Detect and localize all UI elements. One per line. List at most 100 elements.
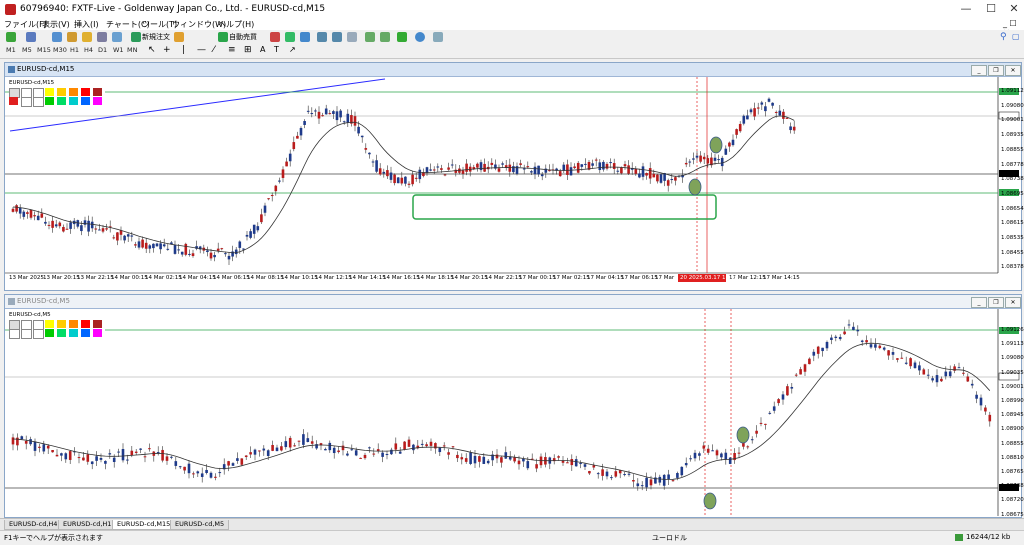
label-tool-icon[interactable]: T: [274, 45, 279, 54]
chart-close-button[interactable]: ✕: [1005, 65, 1021, 76]
color-swatch-green[interactable]: [45, 97, 54, 105]
timeframe-m30[interactable]: M30: [53, 46, 67, 54]
candle-body: [576, 162, 580, 173]
vertical-line-icon[interactable]: |: [182, 45, 185, 55]
text-tool-icon[interactable]: A: [260, 45, 265, 54]
color-swatch-darkred[interactable]: [93, 320, 102, 328]
terminal-icon[interactable]: [97, 32, 107, 42]
periods-icon[interactable]: [415, 32, 425, 42]
color-swatch-gold[interactable]: [57, 88, 66, 96]
tester-icon[interactable]: [112, 32, 122, 42]
candle-body: [645, 477, 648, 488]
candle-body: [394, 443, 398, 450]
templates-icon[interactable]: [433, 32, 443, 42]
color-swatch-green[interactable]: [45, 329, 54, 337]
zoom-out-icon[interactable]: [332, 32, 342, 42]
chart-restore-button[interactable]: ❐: [988, 65, 1004, 76]
menu-file[interactable]: ファイル(F): [4, 19, 47, 30]
price-axis-label: 1.09112: [1001, 88, 1024, 94]
search-icon[interactable]: ⚲: [1000, 32, 1007, 42]
timeframe-m1[interactable]: M1: [6, 46, 16, 54]
price-axis-label: 1.08720: [1001, 497, 1024, 504]
data-window-icon[interactable]: [67, 32, 77, 42]
menu-insert[interactable]: 挿入(I): [74, 19, 99, 30]
color-swatch-yellow[interactable]: [45, 320, 54, 328]
color-swatch-cyan[interactable]: [69, 329, 78, 337]
chart-minimize-button[interactable]: _: [971, 65, 987, 76]
chart-close-button[interactable]: ✕: [1005, 297, 1021, 308]
color-swatch-darkred[interactable]: [93, 88, 102, 96]
close-button[interactable]: ✕: [1000, 2, 1024, 16]
color-swatch-yellow[interactable]: [45, 88, 54, 96]
timeframe-w1[interactable]: W1: [113, 46, 124, 54]
tab-eurusd-m15[interactable]: EURUSD-cd,M15: [112, 520, 176, 530]
menu-help[interactable]: ヘルプ(H): [218, 19, 254, 30]
cursor-tool-icon[interactable]: ↖: [148, 45, 156, 55]
candle-body: [174, 461, 178, 466]
candle-body: [297, 440, 301, 442]
color-swatch-magenta[interactable]: [93, 329, 102, 337]
indicators-icon[interactable]: [397, 32, 407, 42]
palette-dot-icon[interactable]: [33, 329, 44, 339]
color-swatch-cyan[interactable]: [69, 97, 78, 105]
bar-chart-icon[interactable]: [270, 32, 280, 42]
minimize-button[interactable]: —: [952, 2, 980, 16]
line-chart-icon[interactable]: [300, 32, 310, 42]
metaeditor-icon[interactable]: [174, 32, 184, 42]
new-order-button[interactable]: 新規注文: [142, 32, 170, 42]
color-swatch-blue[interactable]: [81, 329, 90, 337]
crosshair-icon[interactable]: +: [163, 45, 171, 55]
timeframe-m5[interactable]: M5: [22, 46, 32, 54]
color-swatch-lime[interactable]: [57, 329, 66, 337]
tile-icon[interactable]: [347, 32, 357, 42]
chart-shift-icon[interactable]: [380, 32, 390, 42]
color-swatch-lime[interactable]: [57, 97, 66, 105]
horizontal-line-icon[interactable]: —: [197, 45, 206, 55]
color-swatch-current[interactable]: [9, 97, 18, 105]
tab-eurusd-m5[interactable]: EURUSD-cd,M5: [170, 520, 230, 530]
chart-restore-button[interactable]: ❐: [988, 297, 1004, 308]
palette-line-icon[interactable]: [21, 329, 32, 339]
new-chart-icon[interactable]: [6, 32, 16, 42]
channel-icon[interactable]: ≡: [228, 45, 236, 55]
color-swatch-red[interactable]: [81, 88, 90, 96]
color-swatch-gold[interactable]: [57, 320, 66, 328]
timeframe-h1[interactable]: H1: [70, 46, 79, 54]
candle-body: [183, 466, 186, 471]
candle-body: [913, 362, 917, 369]
status-bar: F1キーでヘルプが表示されます ユーロドル 16244/12 kb: [0, 530, 1024, 545]
auto-trading-button[interactable]: 自動売買: [229, 32, 257, 42]
palette-line-icon[interactable]: [21, 97, 32, 107]
navigator-icon[interactable]: [82, 32, 92, 42]
candle-body: [293, 445, 296, 447]
color-swatch-blue[interactable]: [81, 97, 90, 105]
candlestick-icon[interactable]: [285, 32, 295, 42]
candle-body: [684, 463, 688, 466]
palette-dot-icon[interactable]: [33, 97, 44, 107]
chat-icon[interactable]: ▢: [1012, 32, 1020, 41]
timeframe-m15[interactable]: M15: [37, 46, 51, 54]
autoscroll-icon[interactable]: [365, 32, 375, 42]
market-watch-icon[interactable]: [52, 32, 62, 42]
arrows-tool-icon[interactable]: ↗: [289, 45, 296, 54]
tab-eurusd-h1[interactable]: EURUSD-cd,H1: [58, 520, 117, 530]
price-chart-m5[interactable]: [5, 309, 1021, 516]
trendline-icon[interactable]: ⁄: [213, 45, 215, 55]
price-chart-m15[interactable]: [5, 77, 1021, 289]
tab-eurusd-h4[interactable]: EURUSD-cd,H4: [4, 520, 63, 530]
zoom-in-icon[interactable]: [317, 32, 327, 42]
color-swatch-orange[interactable]: [69, 320, 78, 328]
menu-view[interactable]: 表示(V): [42, 19, 70, 30]
timeframe-d1[interactable]: D1: [98, 46, 107, 54]
profiles-icon[interactable]: [26, 32, 36, 42]
color-swatch-orange[interactable]: [69, 88, 78, 96]
fibonacci-icon[interactable]: ⊞: [244, 45, 252, 55]
candle-body: [288, 153, 292, 162]
palette-width-icon[interactable]: [9, 329, 20, 339]
color-swatch-red[interactable]: [81, 320, 90, 328]
timeframe-h4[interactable]: H4: [84, 46, 93, 54]
chart-minimize-button[interactable]: _: [971, 297, 987, 308]
timeframe-mn[interactable]: MN: [127, 46, 137, 54]
color-swatch-magenta[interactable]: [93, 97, 102, 105]
candle-body: [497, 168, 501, 172]
